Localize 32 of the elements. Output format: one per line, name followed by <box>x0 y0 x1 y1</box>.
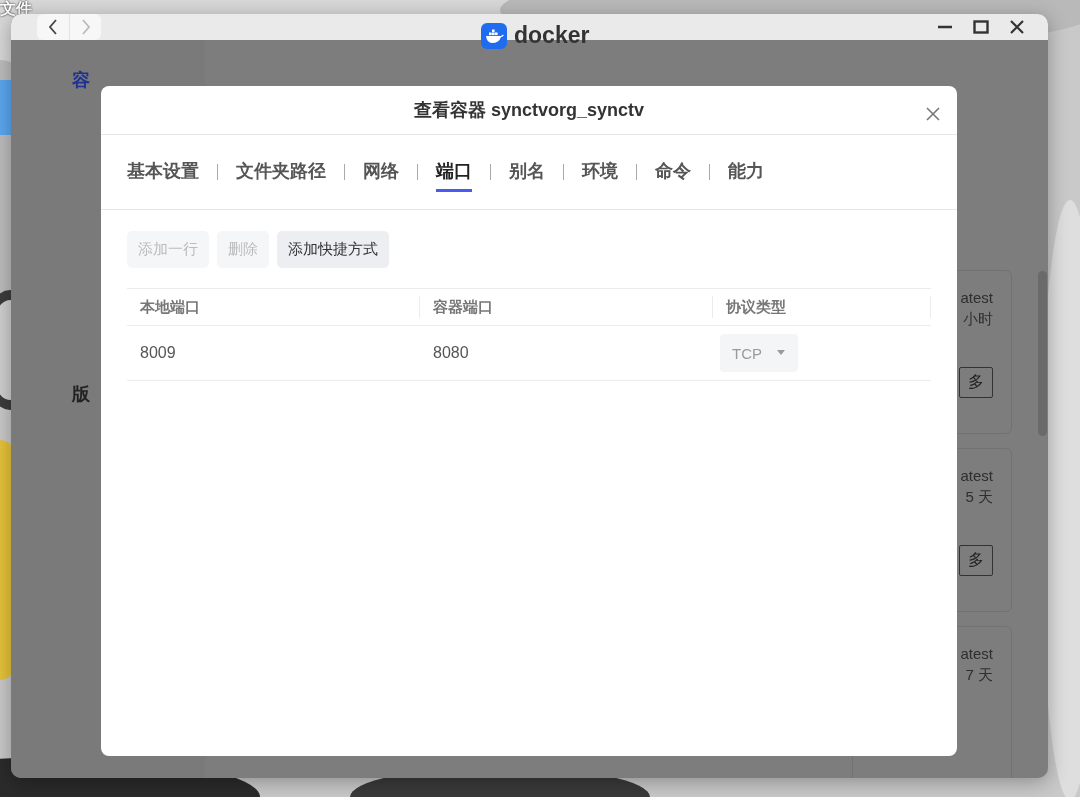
sidebar-item[interactable]: 版 <box>72 382 90 406</box>
scrollbar[interactable] <box>1038 271 1047 436</box>
table-cell-text: 8080 <box>432 344 470 362</box>
tab[interactable]: 环境 <box>582 152 618 192</box>
image-tag: atest <box>960 289 993 306</box>
age-text: 5 天 <box>965 488 993 507</box>
column-header: 协议类型 <box>713 296 931 318</box>
tab[interactable]: 端口 <box>436 152 472 192</box>
more-button[interactable]: 多 <box>959 367 993 398</box>
dialog-title: 查看容器 synctvorg_synctv <box>413 99 645 122</box>
chevron-right-icon <box>79 18 92 36</box>
desktop-icon-label[interactable]: 文件 <box>0 0 32 20</box>
more-button[interactable]: 多 <box>959 545 993 576</box>
whale-icon <box>481 22 507 49</box>
image-tag: atest <box>960 645 993 662</box>
age-text: 小时 <box>963 310 993 329</box>
tab[interactable]: 别名 <box>509 152 545 192</box>
column-header: 本地端口 <box>127 296 420 318</box>
caret-icon <box>776 350 786 356</box>
age-text: 7 天 <box>965 666 993 685</box>
column-header: 容器端口 <box>420 296 713 318</box>
chevron-left-icon <box>47 18 59 36</box>
tab[interactable]: 能力 <box>728 152 764 192</box>
toolbar-button[interactable]: 添加快捷方式 <box>277 231 389 268</box>
tab[interactable]: 文件夹路径 <box>236 152 326 192</box>
image-tag: atest <box>960 467 993 484</box>
tab[interactable]: 基本设置 <box>127 152 199 192</box>
table-cell-text: 8009 <box>139 344 177 362</box>
close-icon[interactable] <box>1008 18 1026 36</box>
maximize-icon[interactable] <box>972 18 990 36</box>
tab[interactable]: 网络 <box>363 152 399 192</box>
tab[interactable]: 命令 <box>655 152 691 192</box>
